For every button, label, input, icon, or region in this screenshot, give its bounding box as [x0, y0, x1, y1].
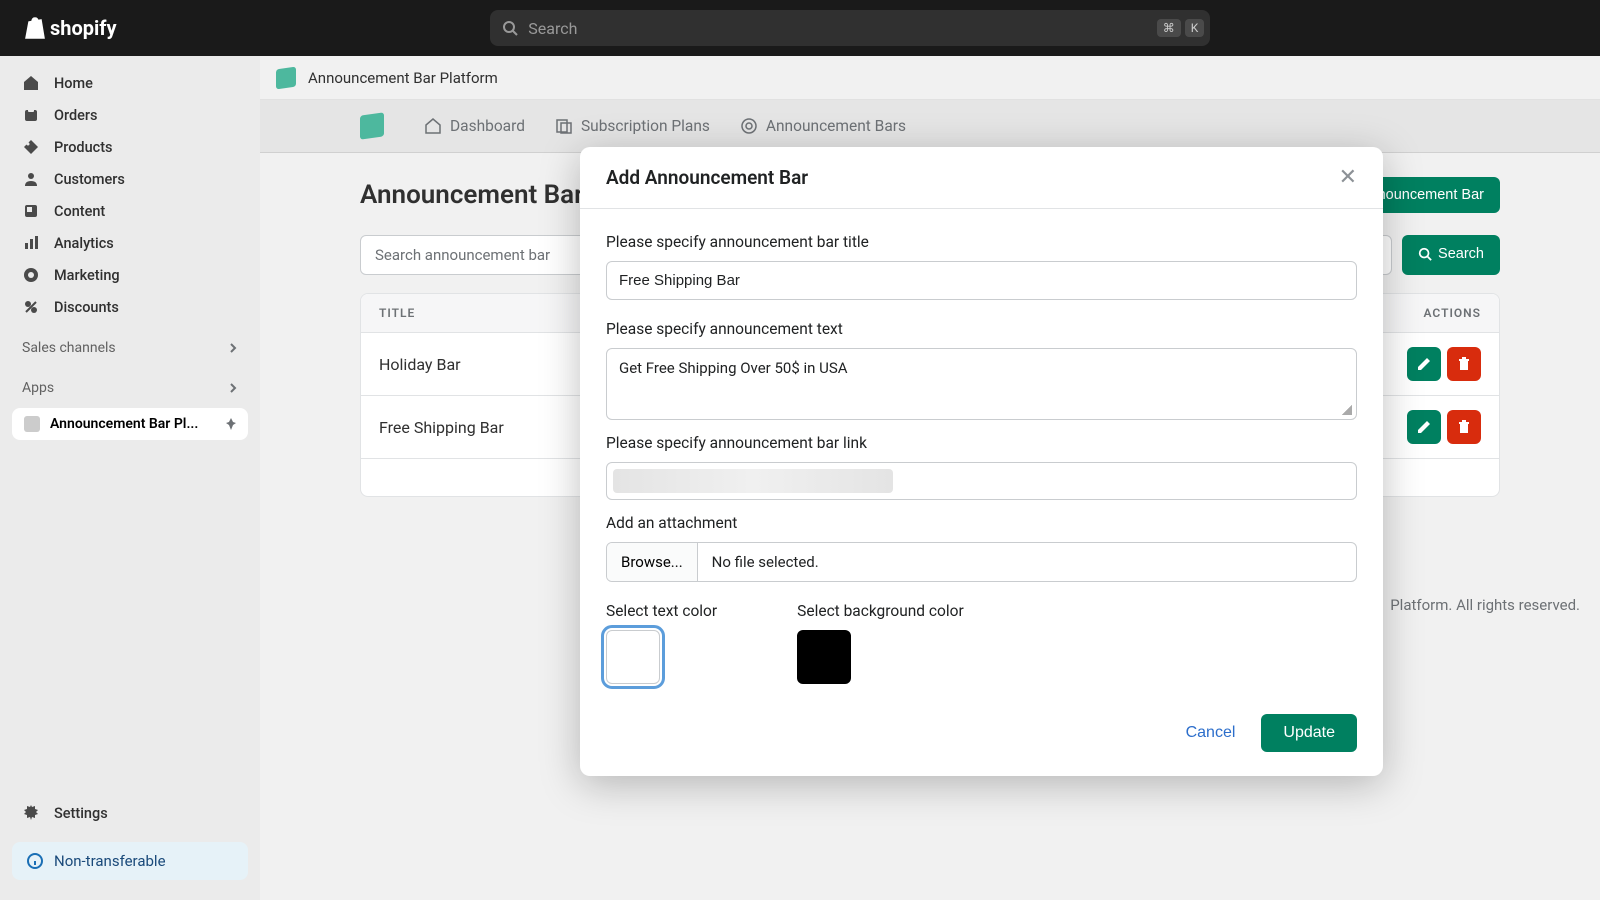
search-shortcut: ⌘ K: [1157, 19, 1205, 37]
sidebar-item-label: Orders: [54, 107, 98, 124]
delete-button[interactable]: [1447, 410, 1481, 444]
label-bg-color: Select background color: [797, 602, 964, 620]
sidebar-item-label: Content: [54, 203, 105, 220]
analytics-icon: [22, 234, 40, 252]
sidebar-item-marketing[interactable]: Marketing: [8, 260, 252, 290]
search-icon: [502, 20, 518, 36]
sidebar-item-orders[interactable]: Orders: [8, 100, 252, 130]
sidebar-item-label: Home: [54, 75, 93, 92]
app-logo-icon: [276, 66, 296, 89]
cancel-button[interactable]: Cancel: [1170, 714, 1252, 752]
page-header: Announcement Bar Platform: [260, 56, 1600, 100]
sidebar-item-customers[interactable]: Customers: [8, 164, 252, 194]
tab-announcement-bars[interactable]: Announcement Bars: [740, 117, 906, 135]
global-search[interactable]: Search ⌘ K: [490, 10, 1210, 46]
sidebar-item-settings[interactable]: Settings: [8, 796, 252, 830]
modal-title: Add Announcement Bar: [606, 166, 808, 189]
sidebar-item-products[interactable]: Products: [8, 132, 252, 162]
label-bar-text: Please specify announcement text: [606, 320, 1357, 338]
close-icon[interactable]: ✕: [1339, 165, 1357, 190]
app-icon: [24, 416, 40, 432]
edit-button[interactable]: [1407, 410, 1441, 444]
page-title: Announcement Bars: [360, 180, 597, 210]
sidebar-item-label: Customers: [54, 171, 125, 188]
sidebar-item-discounts[interactable]: Discounts: [8, 292, 252, 322]
label-bar-title: Please specify announcement bar title: [606, 233, 1357, 251]
non-transferable-badge: Non-transferable: [12, 842, 248, 880]
column-actions: ACTIONS: [1423, 306, 1481, 320]
browse-button[interactable]: Browse...: [607, 543, 698, 581]
gear-icon: [740, 117, 758, 135]
add-announcement-modal: Add Announcement Bar ✕ Please specify an…: [580, 147, 1383, 776]
update-button[interactable]: Update: [1261, 714, 1357, 752]
marketing-icon: [22, 266, 40, 284]
sidebar-item-label: Settings: [54, 805, 108, 822]
brand-text: shopify: [50, 16, 117, 40]
label-bar-link: Please specify announcement bar link: [606, 434, 1357, 452]
sidebar-app-announcement-bar[interactable]: Announcement Bar Pl...: [12, 408, 248, 440]
page-header-title: Announcement Bar Platform: [308, 69, 498, 87]
content-icon: [22, 202, 40, 220]
bar-link-input[interactable]: [606, 462, 1357, 500]
discounts-icon: [22, 298, 40, 316]
delete-button[interactable]: [1447, 347, 1481, 381]
plans-icon: [555, 117, 573, 135]
tab-subscription-plans[interactable]: Subscription Plans: [555, 117, 710, 135]
info-icon: [26, 852, 44, 870]
tab-dashboard[interactable]: Dashboard: [424, 117, 525, 135]
label-attachment: Add an attachment: [606, 514, 1357, 532]
edit-button[interactable]: [1407, 347, 1441, 381]
app-tabs: Dashboard Subscription Plans Announcemen…: [260, 100, 1600, 153]
app-logo-icon: [360, 112, 384, 139]
app-item-label: Announcement Bar Pl...: [50, 416, 198, 432]
sidebar-item-label: Marketing: [54, 267, 120, 284]
shopify-logo: shopify: [24, 16, 117, 40]
sidebar-item-label: Analytics: [54, 235, 114, 252]
attachment-field: Browse... No file selected.: [606, 542, 1357, 582]
gear-icon: [22, 804, 40, 822]
home-icon: [424, 117, 442, 135]
bg-color-picker[interactable]: [797, 630, 851, 684]
products-icon: [22, 138, 40, 156]
shopify-bag-icon: [24, 16, 46, 40]
pin-icon[interactable]: [224, 417, 238, 431]
sidebar-section-sales-channels[interactable]: Sales channels: [8, 332, 252, 364]
chevron-right-icon: [228, 343, 238, 353]
sidebar: Home Orders Products Customers Content A…: [0, 56, 260, 900]
chevron-right-icon: [228, 383, 238, 393]
search-placeholder: Search: [528, 19, 577, 38]
sidebar-item-label: Discounts: [54, 299, 119, 316]
orders-icon: [22, 106, 40, 124]
footer-text: Platform. All rights reserved.: [1390, 596, 1580, 614]
label-text-color: Select text color: [606, 602, 717, 620]
sidebar-item-label: Products: [54, 139, 113, 156]
sidebar-item-home[interactable]: Home: [8, 68, 252, 98]
loading-placeholder: [613, 469, 893, 493]
home-icon: [22, 74, 40, 92]
sidebar-item-analytics[interactable]: Analytics: [8, 228, 252, 258]
bar-text-input[interactable]: Get Free Shipping Over 50$ in USA: [606, 348, 1357, 420]
customers-icon: [22, 170, 40, 188]
text-color-picker[interactable]: [606, 630, 660, 684]
sidebar-section-apps[interactable]: Apps: [8, 372, 252, 404]
search-button[interactable]: Search: [1402, 235, 1500, 275]
bar-title-input[interactable]: [606, 261, 1357, 300]
sidebar-item-content[interactable]: Content: [8, 196, 252, 226]
top-bar: shopify Search ⌘ K: [0, 0, 1600, 56]
file-status: No file selected.: [698, 543, 833, 581]
